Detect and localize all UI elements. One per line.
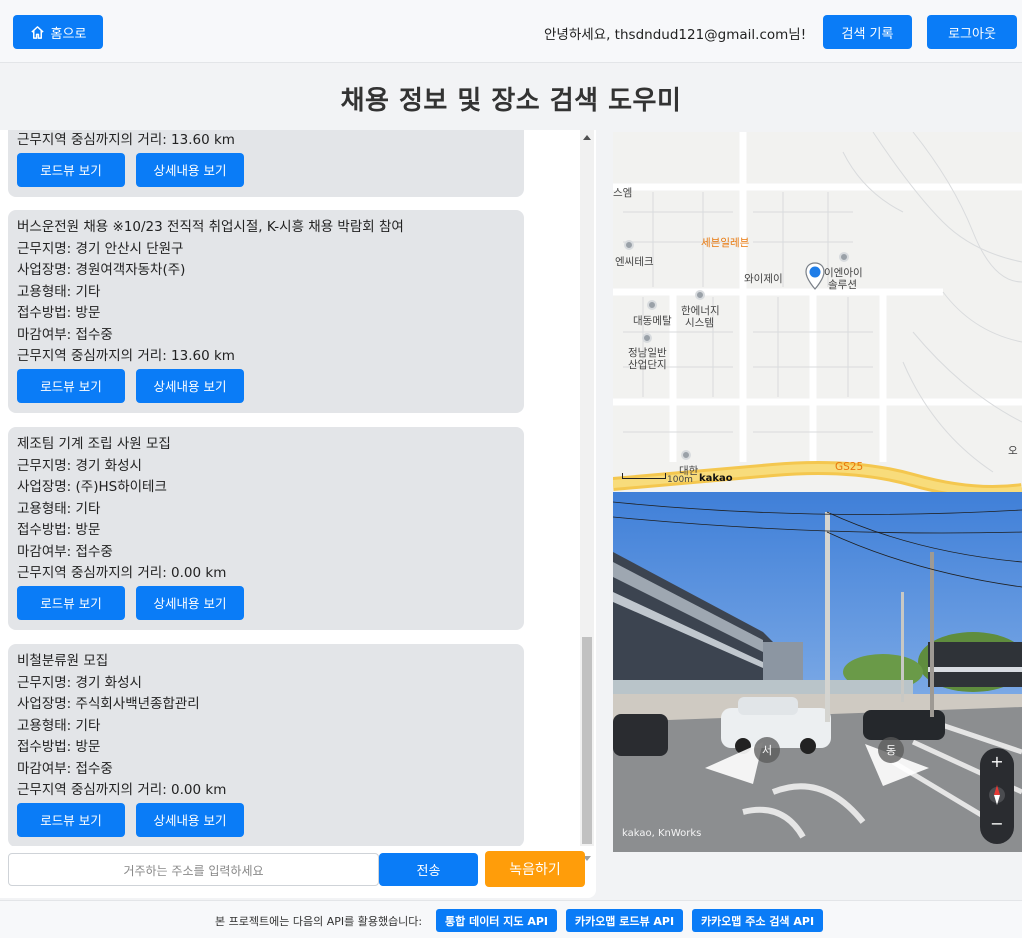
address-input[interactable]: 거주하는 주소를 입력하세요 bbox=[8, 853, 379, 886]
roadview-button[interactable]: 로드뷰 보기 bbox=[17, 585, 125, 620]
map-label: 솔루션 bbox=[828, 279, 857, 291]
map-label: 시스템 bbox=[685, 317, 714, 329]
detail-button[interactable]: 상세내용 보기 bbox=[136, 802, 244, 837]
job-card: 근무지역 중심까지의 거리: 13.60 km 로드뷰 보기 상세내용 보기 bbox=[8, 130, 524, 197]
api-link-roadview[interactable]: 카카오맵 로드뷰 API bbox=[566, 909, 683, 932]
poi-marker-icon bbox=[647, 300, 657, 310]
job-card: 비철분류원 모집 근무지명: 경기 화성시 사업장명: 주식회사백년종합관리 고… bbox=[8, 644, 524, 846]
job-title: 버스운전원 채용 ※10/23 전직적 취업시절, K-시흥 채용 박람회 참여 bbox=[17, 219, 404, 235]
job-company: 사업장명: 경원여객자동차(주) bbox=[17, 262, 186, 278]
map-label: GS25 bbox=[835, 461, 864, 473]
job-company: 사업장명: 주식회사백년종합관리 bbox=[17, 696, 200, 712]
send-button[interactable]: 전송 bbox=[379, 853, 478, 886]
map-scale-label: 100m bbox=[667, 475, 693, 485]
map-label: 정남일반 bbox=[628, 347, 667, 359]
api-link-address[interactable]: 카카오맵 주소 검색 API bbox=[692, 909, 823, 932]
job-card: 제조팀 기계 조립 사원 모집 근무지명: 경기 화성시 사업장명: (주)HS… bbox=[8, 427, 524, 630]
job-method: 접수방법: 방문 bbox=[17, 305, 101, 321]
poi-marker-icon bbox=[642, 333, 652, 343]
footer: 본 프로젝트에는 다음의 API를 활용했습니다: 통합 데이터 지도 API … bbox=[0, 900, 1022, 938]
home-label: 홈으로 bbox=[50, 26, 87, 42]
job-title: 비철분류원 모집 bbox=[17, 653, 109, 669]
job-status: 마감여부: 접수중 bbox=[17, 760, 113, 777]
compass-icon[interactable] bbox=[989, 782, 1005, 808]
job-location: 근무지명: 경기 안산시 단원구 bbox=[17, 240, 184, 257]
poi-marker-icon bbox=[839, 252, 849, 262]
poi-marker-icon bbox=[681, 450, 691, 460]
job-location: 근무지명: 경기 화성시 bbox=[17, 457, 142, 474]
job-company: 사업장명: (주)HS하이테크 bbox=[17, 479, 167, 495]
zoom-in-button[interactable]: + bbox=[980, 752, 1014, 771]
detail-button[interactable]: 상세내용 보기 bbox=[136, 368, 244, 403]
map-scale bbox=[622, 473, 666, 479]
map-label: 스엠 bbox=[613, 187, 633, 199]
map-label: 세븐일레븐 bbox=[701, 237, 750, 249]
roadview-button[interactable]: 로드뷰 보기 bbox=[17, 368, 125, 403]
job-method: 접수방법: 방문 bbox=[17, 522, 101, 538]
search-history-button[interactable]: 검색 기록 bbox=[823, 15, 912, 49]
greeting-text: 안녕하세요, thsdndud121@gmail.com님! bbox=[544, 27, 807, 43]
job-title: 제조팀 기계 조립 사원 모집 bbox=[17, 436, 171, 452]
map-label: 와이제이 bbox=[744, 273, 783, 285]
job-employment: 고용형태: 기타 bbox=[17, 283, 101, 300]
job-distance: 근무지역 중심까지의 거리: 13.60 km bbox=[17, 132, 235, 148]
job-card: 버스운전원 채용 ※10/23 전직적 취업시절, K-시흥 채용 박람회 참여… bbox=[8, 210, 524, 413]
home-button[interactable]: 홈으로 bbox=[13, 15, 103, 49]
map-roads bbox=[613, 132, 1022, 492]
map-label: 대동메탈 bbox=[633, 315, 672, 327]
detail-button[interactable]: 상세내용 보기 bbox=[136, 152, 244, 187]
poi-marker-icon bbox=[695, 290, 705, 300]
zoom-out-button[interactable]: − bbox=[980, 814, 1014, 833]
home-icon bbox=[30, 25, 44, 39]
roadview-panel[interactable]: 서 동 kakao, KnWorks + − bbox=[613, 492, 1022, 852]
scroll-thumb[interactable] bbox=[582, 637, 592, 844]
logout-button[interactable]: 로그아웃 bbox=[927, 15, 1017, 49]
detail-button[interactable]: 상세내용 보기 bbox=[136, 585, 244, 620]
job-status: 마감여부: 접수중 bbox=[17, 326, 113, 343]
top-header: 홈으로 안녕하세요, thsdndud121@gmail.com님! 검색 기록… bbox=[0, 0, 1022, 63]
job-list-panel: 근무지역 중심까지의 거리: 13.60 km 로드뷰 보기 상세내용 보기 버… bbox=[0, 130, 596, 898]
map-label: 엔씨테크 bbox=[615, 256, 654, 268]
job-employment: 고용형태: 기타 bbox=[17, 717, 101, 734]
map-label: 오 bbox=[1008, 445, 1018, 457]
roadview-image bbox=[613, 492, 1022, 852]
address-input-row: 거주하는 주소를 입력하세요 전송 녹음하기 bbox=[8, 851, 588, 887]
location-pin-icon bbox=[805, 262, 825, 290]
roadview-button[interactable]: 로드뷰 보기 bbox=[17, 152, 125, 187]
job-list[interactable]: 근무지역 중심까지의 거리: 13.60 km 로드뷰 보기 상세내용 보기 버… bbox=[0, 130, 580, 846]
job-employment: 고용형태: 기타 bbox=[17, 500, 101, 517]
list-scrollbar[interactable] bbox=[580, 130, 594, 861]
map-label: 산업단지 bbox=[628, 359, 667, 371]
job-location: 근무지명: 경기 화성시 bbox=[17, 674, 142, 691]
roadview-brand: kakao, KnWorks bbox=[622, 828, 702, 839]
map-label: 이엔아이 bbox=[824, 267, 863, 279]
job-status: 마감여부: 접수중 bbox=[17, 543, 113, 560]
map-label: 한에너지 bbox=[681, 305, 720, 317]
job-distance: 근무지역 중심까지의 거리: 13.60 km bbox=[17, 348, 235, 364]
job-distance: 근무지역 중심까지의 거리: 0.00 km bbox=[17, 782, 227, 798]
api-link-map[interactable]: 통합 데이터 지도 API bbox=[436, 909, 557, 932]
job-method: 접수방법: 방문 bbox=[17, 739, 101, 755]
record-button[interactable]: 녹음하기 bbox=[485, 851, 585, 887]
poi-marker-icon bbox=[624, 240, 634, 250]
scroll-up-arrow-icon[interactable] bbox=[583, 135, 591, 140]
kakao-map[interactable]: 스엠 세븐일레븐 엔씨테크 와이제이 이엔아이 솔루션 대동메탈 한에너지 시스… bbox=[613, 132, 1022, 492]
roadview-west-label[interactable]: 서 bbox=[754, 737, 780, 763]
roadview-button[interactable]: 로드뷰 보기 bbox=[17, 802, 125, 837]
page-title: 채용 정보 및 장소 검색 도우미 bbox=[340, 86, 682, 116]
footer-text: 본 프로젝트에는 다음의 API를 활용했습니다: bbox=[215, 915, 423, 928]
job-distance: 근무지역 중심까지의 거리: 0.00 km bbox=[17, 565, 227, 581]
kakao-logo: kakao bbox=[699, 473, 733, 484]
roadview-east-label[interactable]: 동 bbox=[878, 737, 904, 763]
roadview-controls: + − bbox=[980, 748, 1014, 844]
